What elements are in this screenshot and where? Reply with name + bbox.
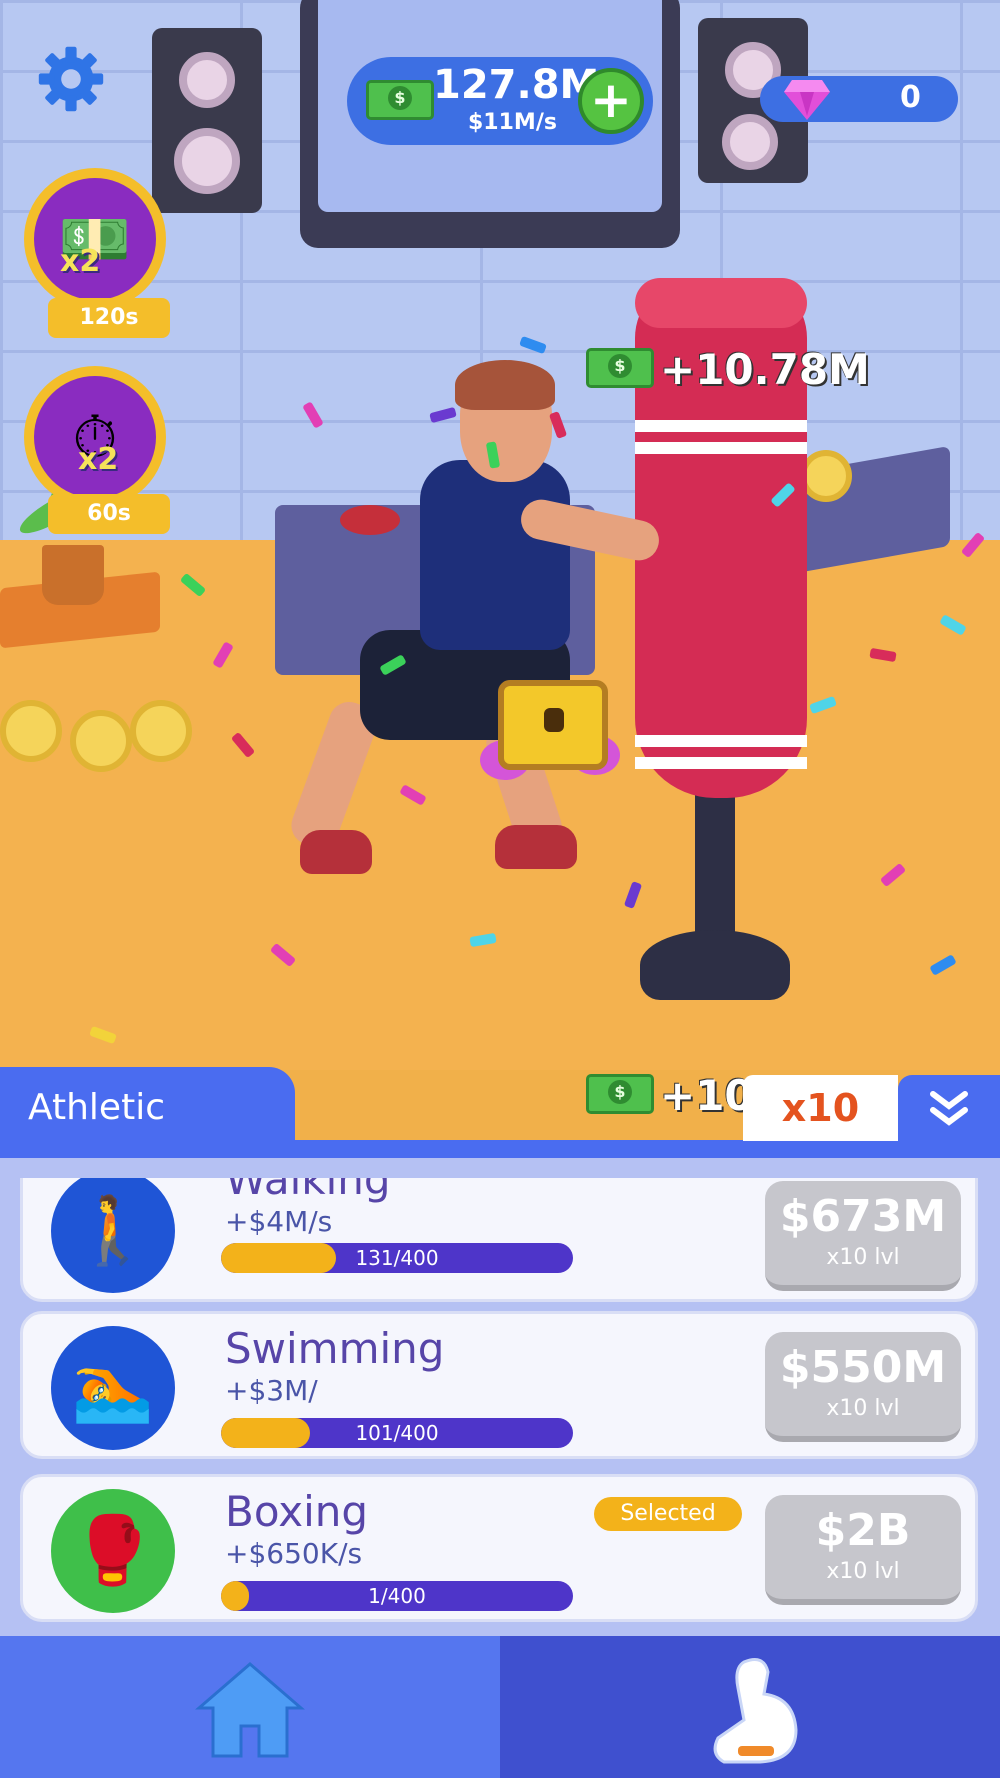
boost-multiplier: x2: [60, 244, 101, 279]
cash-boost-button[interactable]: 💵 x2 120s: [24, 168, 170, 340]
activity-name: Swimming: [225, 1324, 445, 1373]
settings-gear-icon[interactable]: [36, 44, 106, 114]
upgrade-walking-button[interactable]: $673M x10 lvl: [765, 1181, 961, 1291]
upgrade-price: $550M: [779, 1342, 947, 1393]
category-tab-athletic[interactable]: Athletic: [0, 1067, 295, 1147]
boost-timer: 120s: [48, 298, 170, 338]
boost-timer-text: 120s: [79, 305, 139, 330]
nav-tab-training[interactable]: [500, 1636, 1000, 1778]
bag-stripe: [635, 442, 807, 454]
activity-rate: +$3M/: [225, 1374, 318, 1407]
speed-boost-button[interactable]: ⏱ x2 60s: [24, 366, 170, 538]
upgrade-price: $2B: [815, 1505, 911, 1556]
headphones: [340, 505, 400, 535]
multiplier-label: x10: [781, 1086, 860, 1130]
upgrade-swimming-button[interactable]: $550M x10 lvl: [765, 1332, 961, 1442]
punching-bag-icon: 🥊: [51, 1489, 175, 1613]
plant-pot: [42, 545, 104, 605]
boxer-shoe: [495, 825, 577, 869]
boost-timer: 60s: [48, 494, 170, 534]
activity-rate: +$650K/s: [225, 1537, 363, 1570]
dumbbell: [130, 700, 192, 762]
upgrade-amount: x10 lvl: [826, 1245, 900, 1270]
money-value: 127.8M: [433, 62, 600, 108]
walking-person-icon: 🚶: [51, 1178, 175, 1293]
activity-progress-bar: 101/400: [221, 1418, 573, 1448]
boost-timer-text: 60s: [87, 501, 131, 526]
buy-multiplier-button[interactable]: x10: [743, 1075, 898, 1141]
add-money-button[interactable]: +: [578, 68, 644, 134]
list-viewport-top: 🚶 Walking +$4M/s 131/400 $673M x10 lvl: [0, 1178, 1000, 1302]
cash-icon: [366, 80, 434, 120]
bag-stripe: [635, 735, 807, 747]
upgrade-boxing-button[interactable]: $2B x10 lvl: [765, 1495, 961, 1605]
upgrade-price: $673M: [779, 1191, 947, 1242]
category-label: Athletic: [28, 1087, 165, 1128]
flexed-arm-icon: [713, 1658, 798, 1764]
swimmer-icon: 🏊: [51, 1326, 175, 1450]
activity-name: Boxing: [225, 1487, 369, 1536]
progress-label: 131/400: [355, 1246, 439, 1270]
home-icon: [195, 1662, 305, 1758]
progress-label: 101/400: [355, 1421, 439, 1445]
activity-card-swimming[interactable]: 🏊 Swimming +$3M/ 101/400 $550M x10 lvl: [20, 1311, 978, 1459]
dumbbell: [70, 710, 132, 772]
dumbbell: [800, 450, 852, 502]
selected-badge: Selected: [594, 1497, 742, 1531]
activity-progress-bar: 1/400: [221, 1581, 573, 1611]
cash-icon: [586, 348, 654, 388]
stopwatch-icon: ⏱: [72, 403, 118, 471]
floating-reward: +10.78M: [660, 345, 870, 394]
collapse-panel-button[interactable]: [898, 1075, 1000, 1141]
progress-label: 1/400: [368, 1584, 426, 1608]
cash-stack-icon: 💵: [58, 205, 132, 273]
chevron-down-icon: [930, 1091, 968, 1126]
activity-card-walking[interactable]: 🚶 Walking +$4M/s 131/400 $673M x10 lvl: [20, 1178, 978, 1302]
boxer-torso: [420, 460, 570, 650]
speaker-left: [152, 28, 262, 213]
treasure-chest[interactable]: [498, 680, 608, 770]
activity-card-boxing[interactable]: 🥊 Boxing +$650K/s 1/400 $2B x10 lvl: [20, 1474, 978, 1622]
bag-base: [640, 930, 790, 1000]
boxer-hair: [455, 360, 555, 410]
upgrade-amount: x10 lvl: [826, 1559, 900, 1584]
gem-value: 0: [900, 80, 921, 115]
boost-multiplier: x2: [78, 442, 119, 477]
bag-top: [635, 278, 807, 328]
activity-name: Walking: [225, 1178, 391, 1204]
money-rate: $11M/s: [468, 110, 557, 135]
bag-stripe: [635, 757, 807, 769]
dumbbell: [0, 700, 62, 762]
diamond-icon: [784, 80, 830, 120]
bag-stripe: [635, 420, 807, 432]
nav-tab-home[interactable]: [0, 1636, 500, 1778]
activity-progress-bar: 131/400: [221, 1243, 573, 1273]
upgrade-amount: x10 lvl: [826, 1396, 900, 1421]
cash-icon: [586, 1074, 654, 1114]
activity-rate: +$4M/s: [225, 1205, 333, 1238]
boxer-shoe: [300, 830, 372, 874]
